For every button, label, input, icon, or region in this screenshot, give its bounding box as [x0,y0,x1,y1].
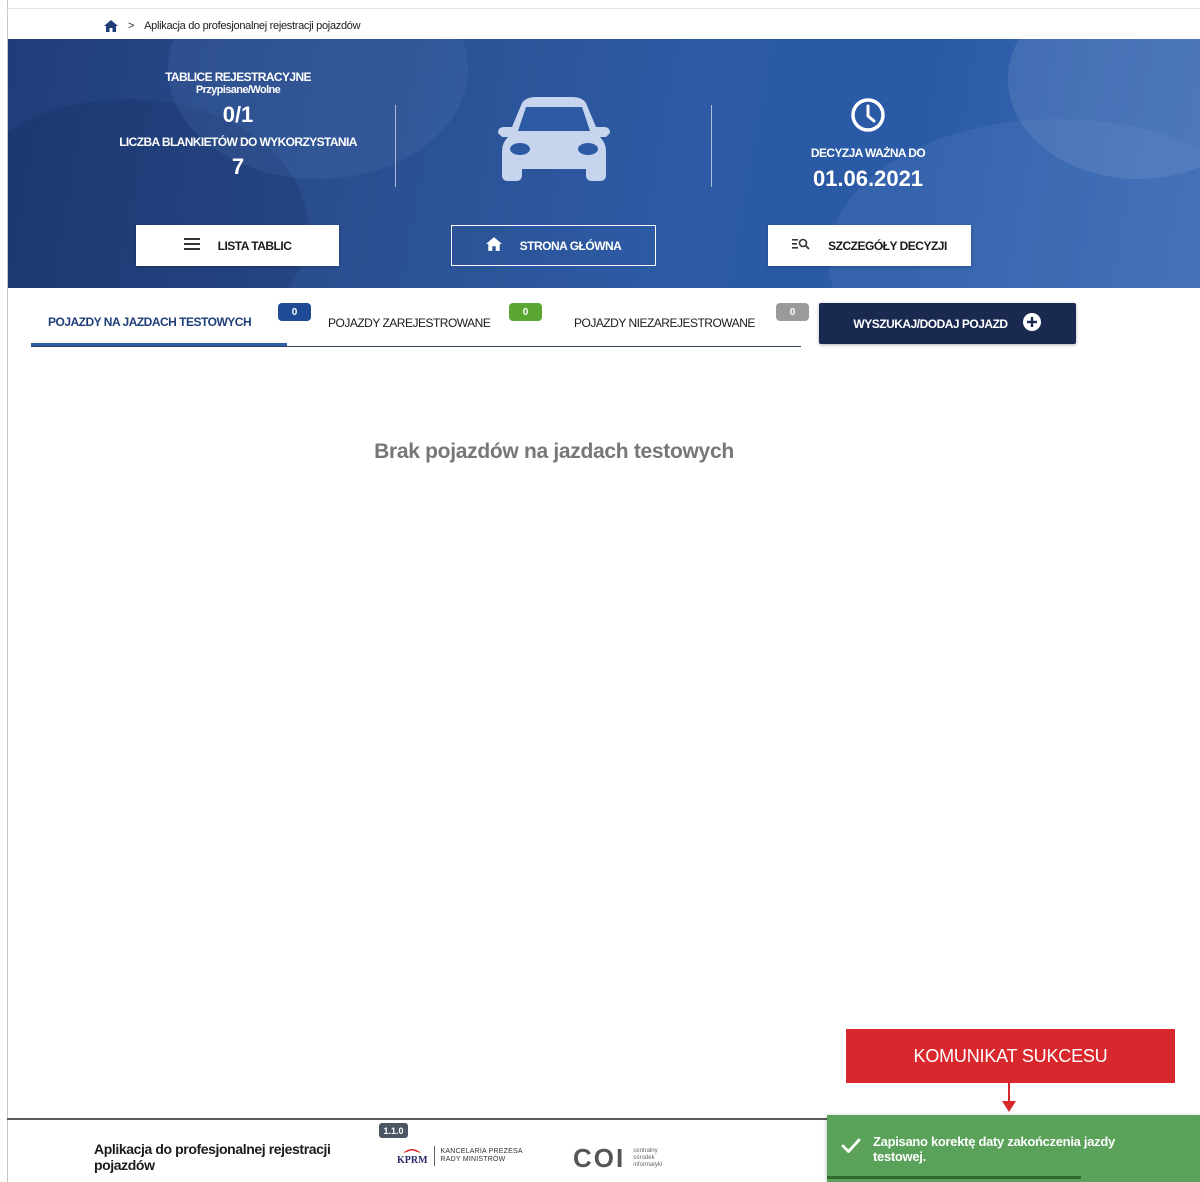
footer-app-title: Aplikacja do profesjonalnej rejestracji … [94,1141,331,1173]
coi-abbr: COI [573,1143,626,1173]
breadcrumb-current: Aplikacja do profesjonalnej rejestracji … [144,20,361,32]
search-add-label: WYSZUKAJ/DODAJ POJAZD [853,316,1008,331]
decision-details-button[interactable]: SZCZEGÓŁY DECYZJI [768,225,971,266]
menu-icon [183,238,200,253]
kprm-separator [433,1146,435,1166]
tab-label: POJAZDY NA JAZDACH TESTOWYCH [48,314,252,329]
car-icon [496,97,612,186]
check-icon [841,1138,861,1159]
home-button-label: STRONA GŁÓWNA [519,238,622,253]
decision-value: 01.06.2021 [812,166,924,191]
plates-list-label: LISTA TABLIC [217,238,292,253]
coi-line3: informatyki [633,1162,663,1168]
page-top-border [7,8,1200,9]
plates-list-button[interactable]: LISTA TABLIC [136,225,339,266]
hero-banner: TABLICE REJESTRACYJNE Przypisane/Wolne 0… [8,39,1200,288]
decision-details-label: SZCZEGÓŁY DECYZJI [828,238,947,253]
blanks-label: LICZBA BLANKIETÓW DO WYKORZYSTANIA [119,135,357,149]
coi-logo: COI centralny ośrodek informatyki [573,1143,662,1174]
decision-label: DECYZJA WAŻNA DO [810,146,926,160]
version-badge: 1.1.0 [379,1123,408,1138]
kprm-line1: KANCELARIA PREZESA [440,1148,523,1155]
toast-progress-bar [827,1176,1081,1179]
decision-stat: DECYZJA WAŻNA DO 01.06.2021 [768,97,968,192]
breadcrumb-separator: > [128,20,135,32]
vehicle-tabs: POJAZDY NA JAZDACH TESTOWYCH 0 POJAZDY Z… [31,300,809,347]
toast-message: Zapisano korektę daty zakończenia jazdy … [873,1133,1115,1164]
tab-label: POJAZDY NIEZAREJESTROWANE [574,316,755,330]
tab-test-drives[interactable]: POJAZDY NA JAZDACH TESTOWYCH [31,300,287,346]
list-search-icon [792,238,810,253]
success-toast[interactable]: Zapisano korektę daty zakończenia jazdy … [827,1115,1200,1182]
plates-title: TABLICE REJESTRACYJNE [165,70,311,84]
kprm-eagle-icon [403,1148,422,1153]
home-icon [485,237,502,254]
clock-icon [768,97,968,133]
kprm-line2: RADY MINISTRÓW [440,1156,506,1163]
kprm-logo: KPRM KANCELARIA PREZESA RADY MINISTRÓW [397,1146,523,1166]
tab-count-badge: 0 [509,303,542,321]
coi-line1: centralny [633,1148,658,1154]
tab-count-badge: 0 [776,303,809,321]
tab-unregistered[interactable]: POJAZDY NIEZAREJESTROWANE [557,300,801,346]
footer-divider [7,1118,829,1120]
home-button[interactable]: STRONA GŁÓWNA [451,225,656,266]
search-add-vehicle-button[interactable]: WYSZUKAJ/DODAJ POJAZD [819,303,1076,344]
home-icon[interactable] [104,20,118,32]
divider-right [711,105,712,187]
breadcrumb: > Aplikacja do profesjonalnej rejestracj… [104,16,361,36]
kprm-abbr: KPRM [397,1154,428,1166]
tab-label: POJAZDY ZAREJESTROWANE [328,316,491,330]
plates-stat: TABLICE REJESTRACYJNE Przypisane/Wolne 0… [98,70,378,180]
success-callout-label: KOMUNIKAT SUKCESU [846,1029,1175,1083]
tab-registered[interactable]: POJAZDY ZAREJESTROWANE [287,300,527,346]
empty-state-message: Brak pojazdów na jazdach testowych [374,440,734,463]
callout-arrow-head [1002,1101,1016,1112]
divider-left [395,105,396,187]
blanks-value: 7 [231,154,245,179]
plates-value: 0/1 [222,102,254,127]
coi-line2: ośrodek [633,1155,655,1161]
plus-circle-icon [1022,312,1042,335]
plates-subtitle: Przypisane/Wolne [195,84,281,96]
callout-arrow-line [1008,1083,1010,1103]
